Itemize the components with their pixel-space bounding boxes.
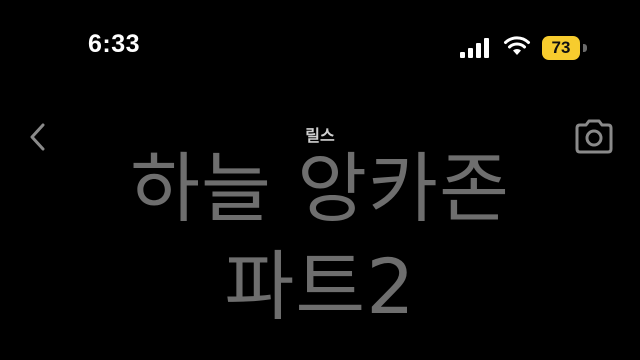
battery-tip bbox=[583, 44, 587, 52]
caption-line-2: 파트2 bbox=[224, 242, 416, 331]
signal-icon bbox=[460, 38, 489, 58]
reel-caption: 하늘 앙카존 파트2 bbox=[0, 140, 640, 336]
battery-icon: 73 bbox=[542, 36, 588, 60]
wifi-icon bbox=[504, 36, 530, 55]
status-bar: 6:33 73 bbox=[0, 0, 640, 100]
battery-level: 73 bbox=[542, 36, 580, 60]
caption-line-1: 하늘 앙카존 bbox=[130, 144, 510, 233]
status-time: 6:33 bbox=[88, 30, 141, 58]
